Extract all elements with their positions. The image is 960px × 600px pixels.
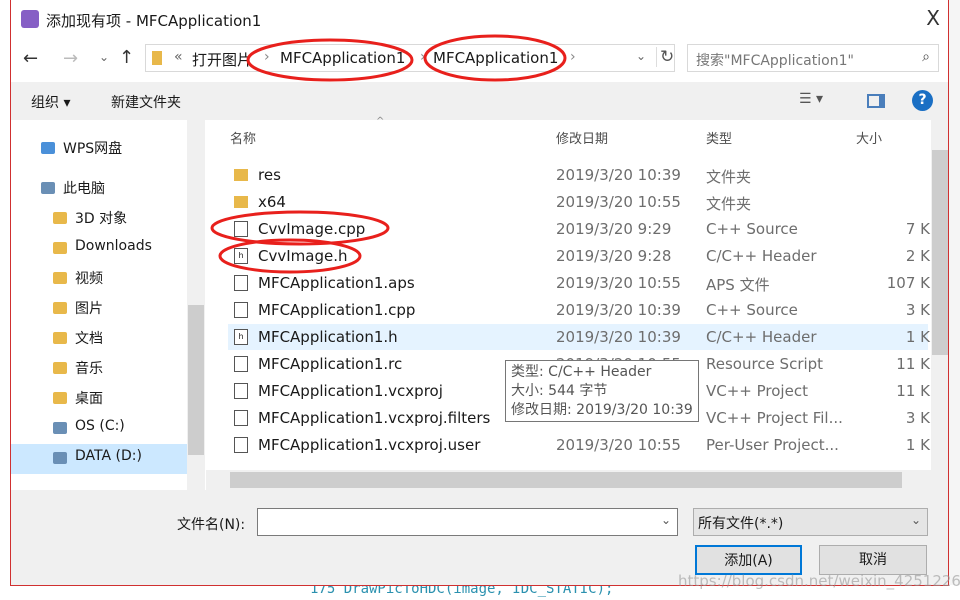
watermark: https://blog.csdn.net/weixin_42512266: [678, 572, 960, 590]
annotation-circle: [423, 34, 567, 82]
annotation-overlay: [210, 34, 567, 274]
annotation-circle: [246, 38, 414, 82]
